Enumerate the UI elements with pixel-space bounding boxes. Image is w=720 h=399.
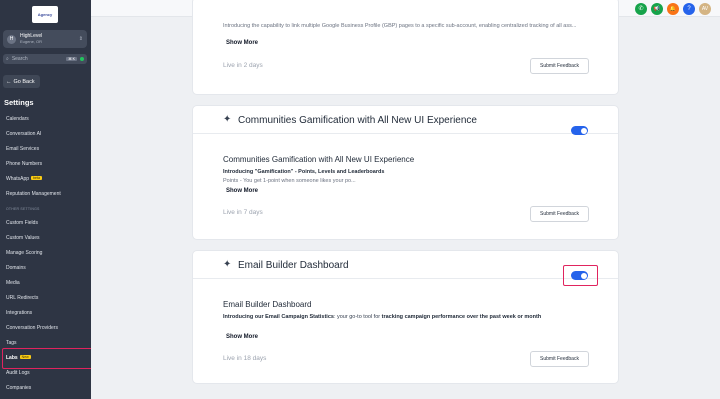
feature-title: Communities Gamification with All New UI…	[223, 155, 415, 164]
search-input[interactable]: Search	[12, 56, 66, 62]
location-switcher[interactable]: H HighLevel Eugene, OR ⇕	[3, 30, 87, 48]
sidebar-item-label: Manage Scoring	[6, 250, 43, 256]
show-more-link[interactable]: Show More	[226, 334, 258, 340]
megaphone-icon[interactable]: 📢	[651, 3, 663, 15]
feature-description: Points - You get 1-point when someone li…	[223, 178, 356, 184]
sidebar-item-url-redirects[interactable]: URL Redirects	[6, 295, 38, 301]
search-icon: ⌕	[6, 56, 9, 62]
card-title: Email Builder Dashboard	[238, 260, 349, 271]
sidebar-item-calendars[interactable]: Calendars	[6, 116, 29, 122]
submit-feedback-button[interactable]: Submit Feedback	[530, 206, 589, 222]
status-dot-icon	[80, 57, 84, 61]
status-badge: beta	[31, 176, 42, 180]
phone-icon[interactable]: ✆	[635, 3, 647, 15]
notification-icon[interactable]: 🔔	[667, 3, 679, 15]
sidebar-item-domains[interactable]: Domains	[6, 265, 26, 271]
sidebar-item-conversation-providers[interactable]: Conversation Providers	[6, 325, 58, 331]
sidebar-item-custom-fields[interactable]: Custom Fields	[6, 220, 38, 226]
submit-feedback-button[interactable]: Submit Feedback	[530, 58, 589, 74]
show-more-link[interactable]: Show More	[226, 188, 258, 194]
sidebar-item-label: Integrations	[6, 310, 33, 316]
search-shortcut: ⌘ K	[66, 57, 77, 61]
sparkle-icon: ✦	[223, 114, 232, 125]
sidebar-item-custom-values[interactable]: Custom Values	[6, 235, 40, 241]
live-in-text: Live in 7 days	[223, 209, 263, 216]
agency-logo[interactable]: Agency	[32, 6, 58, 23]
sidebar-item-conversation-ai[interactable]: Conversation AI	[6, 131, 41, 137]
go-back-label: Go Back	[13, 78, 35, 85]
toggle-highlight	[563, 265, 598, 286]
sidebar: Agency H HighLevel Eugene, OR ⇕ ⌕ Search…	[0, 0, 91, 399]
card-header: ✦ Communities Gamification with All New …	[193, 106, 618, 135]
sidebar-item-label: URL Redirects	[6, 295, 39, 301]
sidebar-item-audit-logs[interactable]: Audit Logs	[6, 370, 30, 376]
sidebar-item-label: Reputation Management	[6, 191, 61, 197]
settings-heading: Settings	[4, 98, 34, 107]
labs-highlight	[2, 348, 91, 369]
live-in-text: Live in 2 days	[223, 62, 263, 69]
sidebar-item-label: Phone Numbers	[6, 161, 43, 167]
sidebar-item-phone-numbers[interactable]: Phone Numbers	[6, 161, 42, 167]
arrow-left-icon: ←	[6, 78, 12, 85]
help-icon[interactable]: ?	[683, 3, 695, 15]
sidebar-item-tags[interactable]: Tags	[6, 340, 17, 346]
sidebar-item-manage-scoring[interactable]: Manage Scoring	[6, 250, 42, 256]
card-header: ✦ Email Builder Dashboard	[193, 251, 618, 286]
feature-card-email-builder: ✦ Email Builder Dashboard Email Builder …	[192, 250, 619, 384]
location-avatar: H	[7, 34, 16, 44]
sidebar-item-label: Media	[6, 280, 20, 286]
sidebar-item-label: Calendars	[6, 116, 29, 122]
feature-subtitle: Introducing "Gamification" - Points, Lev…	[223, 169, 385, 175]
sidebar-item-integrations[interactable]: Integrations	[6, 310, 32, 316]
feature-card-communities: ✦ Communities Gamification with All New …	[192, 105, 619, 240]
feature-description: Introducing the capability to link multi…	[223, 23, 577, 29]
sidebar-item-whatsapp[interactable]: WhatsApp beta	[6, 176, 42, 182]
user-avatar[interactable]: AV	[699, 3, 711, 15]
sidebar-item-label: Audit Logs	[6, 370, 30, 376]
sparkle-icon: ✦	[223, 259, 232, 270]
sidebar-item-companies[interactable]: Companies	[6, 385, 31, 391]
feature-card-gbp: Introducing the capability to link multi…	[192, 0, 619, 95]
sidebar-item-label: Custom Values	[6, 235, 40, 241]
sidebar-item-label: Custom Fields	[6, 220, 38, 226]
sidebar-item-email-services[interactable]: Email Services	[6, 146, 39, 152]
show-more-link[interactable]: Show More	[226, 40, 258, 46]
sidebar-item-label: Tags	[6, 340, 17, 346]
sidebar-item-label: Conversation AI	[6, 131, 42, 137]
feature-toggle[interactable]	[571, 126, 588, 135]
sidebar-item-label: WhatsApp	[6, 176, 30, 182]
feature-subtitle: Introducing our Email Campaign Statistic…	[223, 314, 542, 320]
sidebar-item-reputation-management[interactable]: Reputation Management	[6, 191, 61, 197]
sidebar-item-label: Email Services	[6, 146, 40, 152]
card-title: Communities Gamification with All New UI…	[238, 115, 477, 126]
sidebar-item-label: Conversation Providers	[6, 325, 58, 331]
feature-title: Email Builder Dashboard	[223, 300, 312, 309]
chevron-updown-icon: ⇕	[78, 36, 83, 42]
live-in-text: Live in 18 days	[223, 355, 267, 362]
sidebar-item-label: Domains	[6, 265, 26, 271]
sidebar-item-media[interactable]: Media	[6, 280, 20, 286]
location-text: HighLevel Eugene, OR	[20, 33, 79, 45]
sidebar-item-label: Companies	[6, 385, 32, 391]
location-address: Eugene, OR	[20, 39, 43, 44]
other-settings-heading: OTHER SETTINGS	[6, 207, 40, 211]
submit-feedback-button[interactable]: Submit Feedback	[530, 351, 589, 367]
labs-content: Introducing the capability to link multi…	[91, 0, 720, 399]
search-bar[interactable]: ⌕ Search ⌘ K	[3, 54, 87, 64]
go-back-button[interactable]: ← Go Back	[3, 75, 40, 88]
